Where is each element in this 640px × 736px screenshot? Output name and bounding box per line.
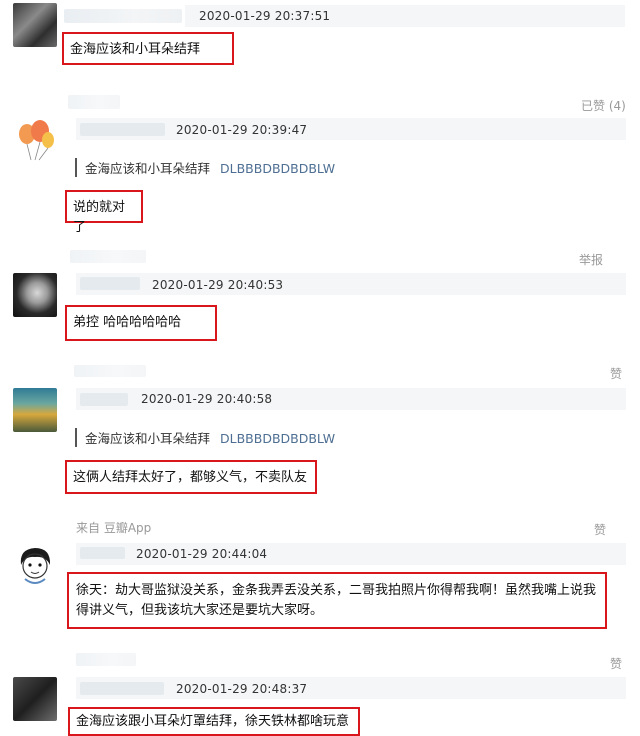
comment-text: 金海应该跟小耳朵灯罩结拜，徐天铁林都啥玩意	[68, 707, 360, 736]
like-button[interactable]: 赞	[610, 655, 622, 672]
comment-text: 金海应该和小耳朵结拜	[62, 32, 234, 65]
timestamp: 2020-01-29 20:40:53	[152, 278, 284, 292]
report-button[interactable]: 举报	[579, 251, 603, 268]
username[interactable]	[68, 95, 120, 109]
like-button[interactable]: 赞	[594, 521, 606, 538]
quoted-comment: 金海应该和小耳朵结拜 DLBBBDBDBDBLW	[75, 158, 335, 177]
username[interactable]	[80, 277, 140, 290]
comment-text: 说的就对了	[65, 190, 143, 235]
timestamp: 2020-01-29 20:37:51	[199, 9, 331, 23]
comment-text: 弟控 哈哈哈哈哈哈	[65, 305, 217, 341]
quoted-user-link[interactable]: DLBBBDBDBDBLW	[220, 161, 335, 176]
username[interactable]	[74, 365, 146, 377]
comment-text: 徐天：劫大哥监狱没关系，金条我弄丢没关系，二哥我拍照片你得帮我啊！虽然我嘴上说我…	[67, 572, 607, 629]
timestamp: 2020-01-29 20:40:58	[141, 392, 273, 406]
avatar[interactable]	[13, 543, 57, 587]
quoted-text: 金海应该和小耳朵结拜	[85, 161, 211, 176]
timestamp: 2020-01-29 20:44:04	[136, 547, 268, 561]
username[interactable]	[80, 123, 165, 136]
quoted-comment: 金海应该和小耳朵结拜 DLBBBDBDBDBLW	[75, 428, 335, 447]
comment-text: 这俩人结拜太好了，都够义气，不卖队友	[65, 460, 317, 494]
balloon-icon	[19, 120, 54, 161]
timestamp: 2020-01-29 20:39:47	[176, 123, 308, 137]
like-button[interactable]: 赞	[610, 365, 622, 382]
avatar[interactable]	[13, 677, 57, 721]
source-label: 来自 豆瓣App	[76, 521, 152, 535]
username[interactable]	[80, 547, 125, 559]
username[interactable]	[64, 9, 182, 23]
username[interactable]	[80, 682, 164, 695]
quoted-user-link[interactable]: DLBBBDBDBDBLW	[220, 431, 335, 446]
cartoon-avatar-icon	[20, 548, 51, 584]
quoted-text: 金海应该和小耳朵结拜	[85, 431, 211, 446]
avatar[interactable]	[13, 273, 57, 317]
timestamp: 2020-01-29 20:48:37	[176, 682, 308, 696]
like-button[interactable]: 已赞 (4)	[581, 97, 626, 114]
avatar[interactable]	[13, 118, 57, 162]
avatar[interactable]	[13, 3, 57, 47]
username[interactable]	[70, 250, 146, 263]
username[interactable]	[76, 653, 136, 666]
avatar[interactable]	[13, 388, 57, 432]
username[interactable]	[80, 393, 128, 406]
